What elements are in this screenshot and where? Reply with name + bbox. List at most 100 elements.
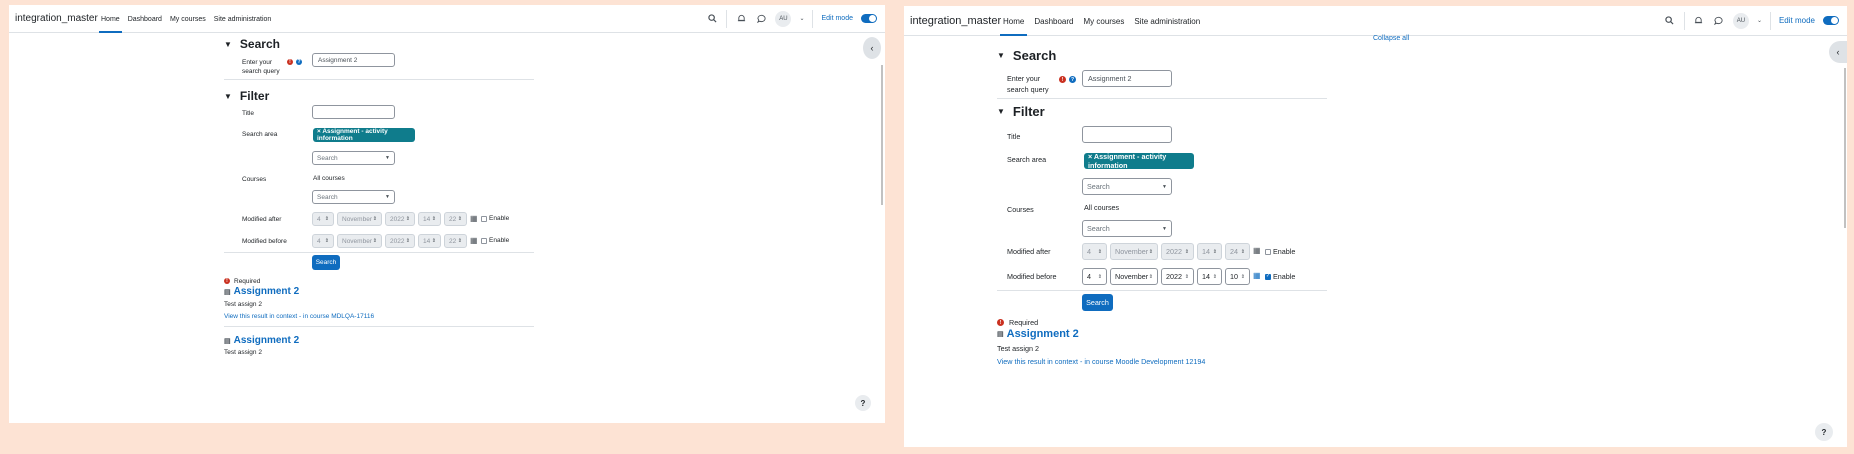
- courses-label: Courses: [242, 176, 267, 183]
- before-day-select[interactable]: 4 ⇕: [1082, 268, 1107, 285]
- result-description: Test assign 2: [224, 349, 262, 356]
- help-icon[interactable]: ?: [296, 59, 302, 65]
- caret-down-icon: ▼: [1162, 183, 1167, 190]
- filter-section-toggle[interactable]: ▼ Filter: [997, 104, 1045, 119]
- bell-icon[interactable]: [1693, 15, 1705, 27]
- before-day-select[interactable]: 4 ⇕: [312, 234, 334, 248]
- title-input[interactable]: [312, 105, 395, 119]
- nav-home[interactable]: Home: [97, 5, 124, 33]
- after-hour-select[interactable]: 14 ⇕: [418, 212, 441, 226]
- primary-navigation: Home Dashboard My courses Site administr…: [97, 5, 275, 33]
- before-month-select[interactable]: November ⇕: [337, 234, 382, 248]
- required-icon: !: [224, 278, 230, 284]
- edit-mode-toggle[interactable]: [1823, 16, 1839, 25]
- result-description: Test assign 2: [224, 301, 262, 308]
- nav-my-courses[interactable]: My courses: [166, 5, 210, 33]
- after-day-select[interactable]: 4 ⇕: [1082, 243, 1107, 260]
- modified-before-label: Modified before: [1007, 272, 1057, 281]
- search-query-input[interactable]: Assignment 2: [312, 53, 395, 67]
- assignment-icon: ▤: [224, 337, 231, 345]
- search-area-tag[interactable]: × Assignment - activity information: [1084, 152, 1194, 170]
- before-minute-select[interactable]: 22 ⇕: [444, 234, 467, 248]
- chat-icon[interactable]: [1713, 15, 1725, 27]
- after-day-select[interactable]: 4 ⇕: [312, 212, 334, 226]
- collapse-all-link[interactable]: Collapse all: [1373, 35, 1409, 42]
- search-icon[interactable]: [706, 13, 718, 25]
- after-hour-select[interactable]: 14 ⇕: [1197, 243, 1222, 260]
- after-year-select[interactable]: 2022 ⇕: [385, 212, 415, 226]
- search-area-select[interactable]: Search ▼: [1082, 178, 1172, 195]
- checkbox[interactable]: [481, 215, 487, 222]
- search-area-select[interactable]: Search ▼: [312, 151, 395, 165]
- chevron-left-icon: ‹: [1836, 47, 1840, 57]
- before-enable-checkbox[interactable]: Enable: [481, 237, 509, 244]
- chevron-down-icon: ▼: [997, 107, 1005, 116]
- title-input[interactable]: [1082, 126, 1172, 143]
- courses-select[interactable]: Search ▼: [312, 190, 395, 204]
- search-icon[interactable]: [1664, 15, 1676, 27]
- scrollbar[interactable]: [881, 65, 883, 205]
- search-button[interactable]: Search: [312, 255, 340, 270]
- chat-icon[interactable]: [755, 13, 767, 25]
- before-hour-select[interactable]: 14 ⇕: [418, 234, 441, 248]
- after-month-select[interactable]: November ⇕: [1110, 243, 1158, 260]
- nav-home[interactable]: Home: [998, 6, 1029, 36]
- title-label: Title: [1007, 132, 1021, 141]
- result-title[interactable]: ▤ Assignment 2: [224, 286, 299, 297]
- nav-dashboard[interactable]: Dashboard: [1029, 6, 1078, 36]
- user-avatar[interactable]: AU: [1732, 12, 1749, 29]
- search-section-toggle[interactable]: ▼ Search: [224, 37, 280, 51]
- before-year-select[interactable]: 2022 ⇕: [1161, 268, 1194, 285]
- nav-site-administration[interactable]: Site administration: [1129, 6, 1205, 36]
- user-avatar[interactable]: AU: [775, 10, 792, 27]
- before-hour-select[interactable]: 14 ⇕: [1197, 268, 1222, 285]
- after-year-select[interactable]: 2022 ⇕: [1161, 243, 1194, 260]
- site-brand[interactable]: integration_master: [910, 15, 1001, 27]
- search-query-input[interactable]: Assignment 2: [1082, 70, 1172, 87]
- checkbox[interactable]: [481, 237, 487, 244]
- after-enable-checkbox[interactable]: Enable: [1265, 247, 1295, 256]
- open-drawer-button[interactable]: ‹: [863, 37, 881, 59]
- open-drawer-button[interactable]: ‹: [1829, 41, 1847, 63]
- help-button[interactable]: ?: [1815, 423, 1833, 441]
- edit-mode-toggle[interactable]: [861, 14, 877, 23]
- scrollbar[interactable]: [1844, 68, 1846, 228]
- help-icon[interactable]: ?: [1069, 76, 1076, 83]
- help-button[interactable]: ?: [855, 395, 871, 411]
- courses-select[interactable]: Search ▼: [1082, 220, 1172, 237]
- filter-section-toggle[interactable]: ▼ Filter: [224, 89, 269, 103]
- result-title[interactable]: ▤ Assignment 2: [997, 328, 1079, 340]
- search-button[interactable]: Search: [1082, 294, 1113, 311]
- result-context-link[interactable]: View this result in context - in course …: [997, 357, 1205, 366]
- before-enable-checkbox[interactable]: Enable: [1265, 272, 1295, 281]
- after-month-select[interactable]: November ⇕: [337, 212, 382, 226]
- search-section-title: Search: [239, 37, 280, 51]
- bell-icon[interactable]: [735, 13, 747, 25]
- before-month-select[interactable]: November ⇕: [1110, 268, 1158, 285]
- before-year-select[interactable]: 2022 ⇕: [385, 234, 415, 248]
- modified-after-label: Modified after: [1007, 247, 1051, 256]
- site-brand[interactable]: integration_master: [15, 13, 98, 24]
- checkbox[interactable]: [1265, 273, 1271, 280]
- after-minute-select[interactable]: 22 ⇕: [444, 212, 467, 226]
- nav-dashboard[interactable]: Dashboard: [124, 5, 166, 33]
- nav-my-courses[interactable]: My courses: [1078, 6, 1129, 36]
- after-minute-select[interactable]: 24 ⇕: [1225, 243, 1250, 260]
- calendar-icon[interactable]: ▦: [1253, 271, 1261, 280]
- required-icon: !: [1059, 76, 1066, 83]
- calendar-icon[interactable]: ▦: [1253, 246, 1261, 255]
- chevron-down-icon[interactable]: ⌄: [799, 15, 804, 22]
- chevron-down-icon: ▼: [224, 39, 232, 49]
- chevron-down-icon[interactable]: ⌄: [1757, 17, 1762, 24]
- result-context-link[interactable]: View this result in context - in course …: [224, 313, 374, 320]
- nav-site-administration[interactable]: Site administration: [210, 5, 276, 33]
- after-enable-checkbox[interactable]: Enable: [481, 215, 509, 222]
- calendar-icon[interactable]: ▦: [470, 214, 478, 223]
- calendar-icon[interactable]: ▦: [470, 236, 478, 245]
- search-area-placeholder: Search: [1087, 182, 1110, 191]
- before-minute-select[interactable]: 10 ⇕: [1225, 268, 1250, 285]
- result-title[interactable]: ▤ Assignment 2: [224, 335, 299, 346]
- search-section-toggle[interactable]: ▼ Search: [997, 48, 1056, 63]
- checkbox[interactable]: [1265, 248, 1271, 255]
- search-area-tag[interactable]: × Assignment - activity information: [313, 128, 415, 142]
